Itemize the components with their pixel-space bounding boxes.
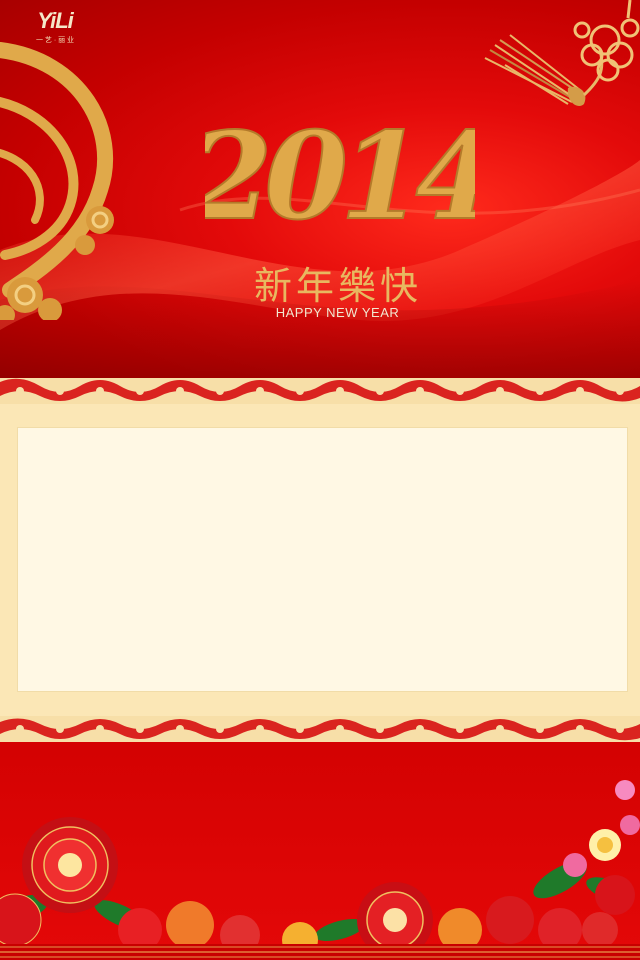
blank-message-panel: [17, 427, 628, 692]
peony-flower-icon: [22, 817, 118, 913]
logo-text: YiLi: [37, 8, 74, 33]
floral-border-top: [0, 378, 640, 404]
new-year-poster: YiLi 一 艺 · 丽 业 01 新年樂快 HAPPY NEW YEAR: [0, 0, 640, 960]
greek-key-border: [0, 944, 640, 960]
peony-flower-border: [0, 780, 640, 950]
year-calligraphy: 2014: [205, 108, 475, 248]
chinese-knot-tassel-icon: [484, 0, 640, 107]
floral-border-bottom: [0, 716, 640, 742]
peony-flower-icon: [357, 882, 433, 950]
greeting-chinese: 新年樂快: [253, 264, 422, 308]
year-text: 2014: [205, 108, 475, 247]
greeting-english: HAPPY NEW YEAR: [275, 305, 400, 320]
gold-cloud-swirl-icon: [0, 42, 114, 320]
